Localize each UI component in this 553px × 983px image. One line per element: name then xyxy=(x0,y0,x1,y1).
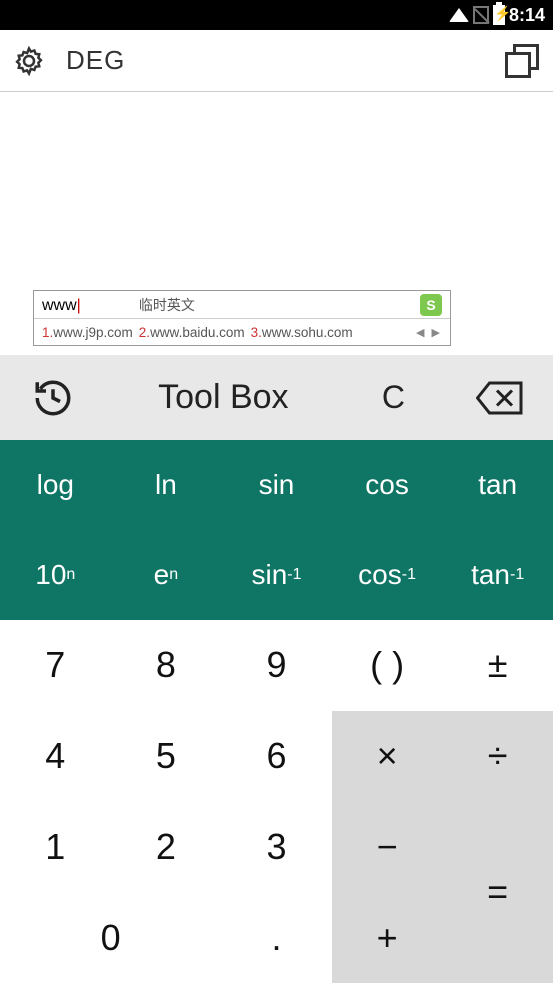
ten-power-button[interactable]: 10n xyxy=(0,530,111,620)
tan-button[interactable]: tan xyxy=(442,440,553,530)
key-0[interactable]: 0 xyxy=(0,892,221,983)
calculator-display: www| 临时英文 S 1.www.j9p.com 2.www.baidu.co… xyxy=(0,92,553,355)
key-equals[interactable]: = xyxy=(442,802,553,983)
key-6[interactable]: 6 xyxy=(221,711,332,802)
ime-suggestions[interactable]: 1.www.j9p.com 2.www.baidu.com 3.www.sohu… xyxy=(34,319,450,345)
key-1[interactable]: 1 xyxy=(0,802,111,893)
key-parentheses[interactable]: ( ) xyxy=(332,620,443,711)
calculator-toolbar: Tool Box C xyxy=(0,355,553,440)
status-bar: 8:14 xyxy=(0,0,553,30)
backspace-icon xyxy=(476,379,524,417)
angle-mode[interactable]: DEG xyxy=(66,45,125,76)
cos-button[interactable]: cos xyxy=(332,440,443,530)
history-icon xyxy=(32,377,74,419)
key-decimal[interactable]: . xyxy=(221,892,332,983)
key-7[interactable]: 7 xyxy=(0,620,111,711)
key-plus-minus[interactable]: ± xyxy=(442,620,553,711)
no-sim-icon xyxy=(473,6,489,24)
ime-typed-text: www| xyxy=(42,295,81,315)
log-button[interactable]: log xyxy=(0,440,111,530)
battery-charging-icon xyxy=(493,5,505,25)
app-header: DEG xyxy=(0,30,553,92)
key-3[interactable]: 3 xyxy=(221,802,332,893)
sin-button[interactable]: sin xyxy=(221,440,332,530)
key-2[interactable]: 2 xyxy=(111,802,222,893)
status-time: 8:14 xyxy=(509,5,545,26)
key-8[interactable]: 8 xyxy=(111,620,222,711)
scientific-row-1: log ln sin cos tan xyxy=(0,440,553,530)
toolbox-button[interactable]: Tool Box xyxy=(106,378,340,417)
arccos-button[interactable]: cos-1 xyxy=(332,530,443,620)
ime-candidate-box[interactable]: www| 临时英文 S 1.www.j9p.com 2.www.baidu.co… xyxy=(33,290,451,346)
key-9[interactable]: 9 xyxy=(221,620,332,711)
wifi-icon xyxy=(449,8,469,22)
key-multiply[interactable]: × xyxy=(332,711,443,802)
key-4[interactable]: 4 xyxy=(0,711,111,802)
backspace-button[interactable] xyxy=(447,379,553,417)
ime-logo-icon: S xyxy=(420,294,442,316)
clear-button[interactable]: C xyxy=(340,379,446,416)
e-power-button[interactable]: en xyxy=(111,530,222,620)
key-5[interactable]: 5 xyxy=(111,711,222,802)
ime-scroll-arrows[interactable]: ◀ ▶ xyxy=(416,326,442,339)
multi-window-button[interactable] xyxy=(505,44,539,78)
key-divide[interactable]: ÷ xyxy=(442,711,553,802)
scientific-row-2: 10n en sin-1 cos-1 tan-1 xyxy=(0,530,553,620)
ln-button[interactable]: ln xyxy=(111,440,222,530)
numeric-keypad: 7 8 9 ( ) ± 4 5 6 × ÷ 1 2 3 − = 0 . + xyxy=(0,620,553,983)
key-add[interactable]: + xyxy=(332,892,443,983)
settings-button[interactable] xyxy=(14,46,44,76)
gear-icon xyxy=(14,46,44,76)
history-button[interactable] xyxy=(0,377,106,419)
arctan-button[interactable]: tan-1 xyxy=(442,530,553,620)
ime-mode-hint: 临时英文 xyxy=(139,295,195,315)
key-subtract[interactable]: − xyxy=(332,802,443,893)
arcsin-button[interactable]: sin-1 xyxy=(221,530,332,620)
